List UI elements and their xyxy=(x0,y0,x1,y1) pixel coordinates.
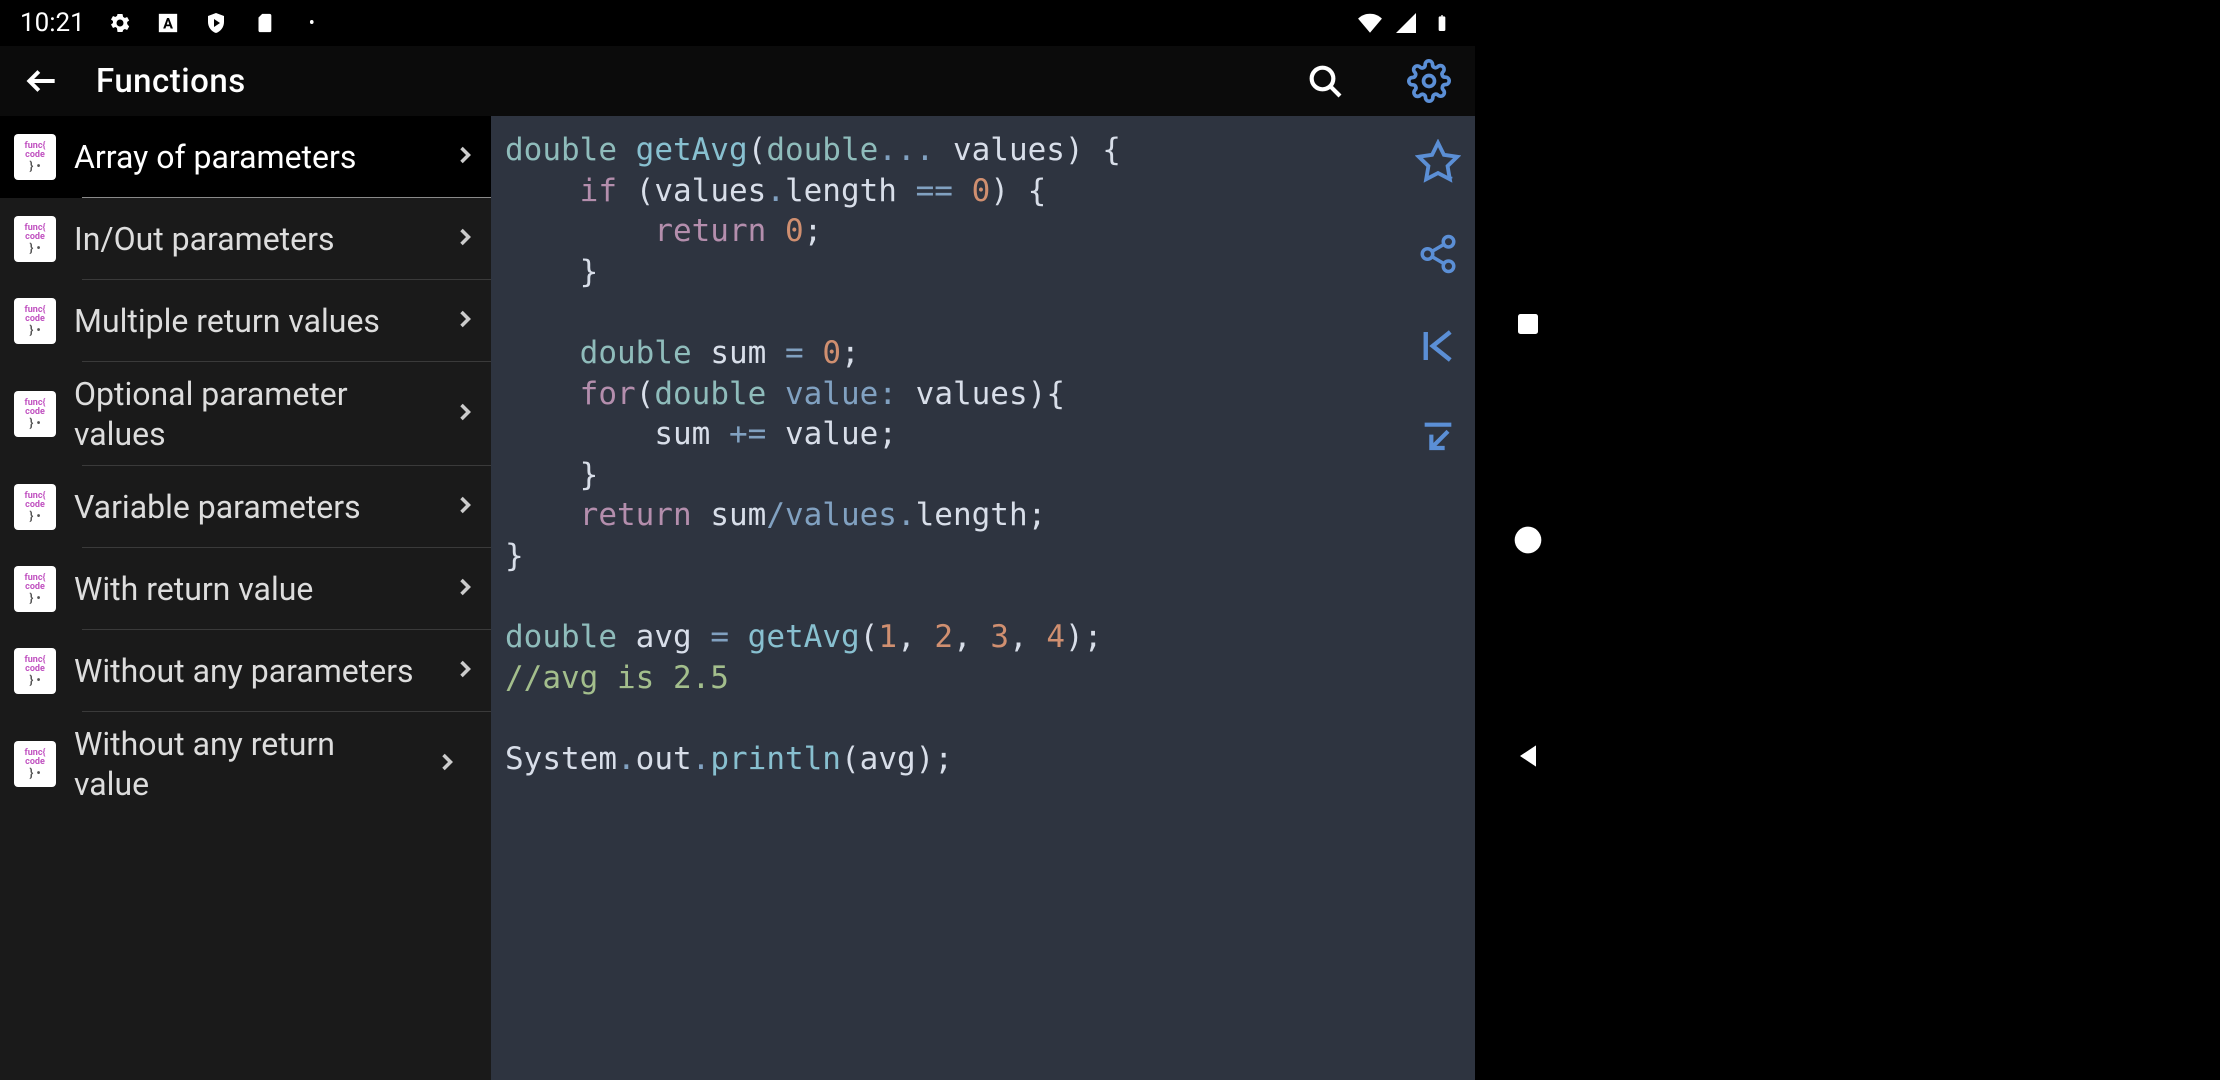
func-code-icon: func{code} • xyxy=(14,298,56,344)
recents-button[interactable] xyxy=(1508,304,1548,344)
func-code-icon: func{code} • xyxy=(14,134,56,180)
collapse-button[interactable] xyxy=(1414,414,1462,462)
func-code-icon: func{code} • xyxy=(14,566,56,612)
favorite-button[interactable] xyxy=(1414,138,1462,186)
sidebar-item-label: Without any return value xyxy=(74,724,415,804)
status-bar: 10:21 A • xyxy=(0,0,1475,46)
shield-play-icon xyxy=(203,10,229,36)
chevron-right-icon xyxy=(451,655,481,687)
code-viewer[interactable]: double getAvg(double... values) { if (va… xyxy=(491,116,1401,1080)
func-code-icon: func{code} • xyxy=(14,391,56,437)
func-code-icon: func{code} • xyxy=(14,741,56,787)
gear-icon xyxy=(107,10,133,36)
home-button[interactable] xyxy=(1508,520,1548,560)
sd-card-icon xyxy=(251,10,277,36)
chevron-right-icon xyxy=(451,223,481,255)
letter-a-icon: A xyxy=(155,10,181,36)
wifi-icon xyxy=(1357,10,1383,36)
settings-button[interactable] xyxy=(1401,53,1457,109)
code-pane: double getAvg(double... values) { if (va… xyxy=(491,116,1475,1080)
dot-icon: • xyxy=(299,10,325,36)
sidebar-item[interactable]: func{code} • With return value xyxy=(0,548,491,630)
status-time: 10:21 xyxy=(20,8,85,38)
system-nav-rail xyxy=(1475,0,2220,1080)
sidebar-item[interactable]: func{code} • Optional parameter values xyxy=(0,362,491,466)
sidebar-item-label: With return value xyxy=(74,569,433,609)
page-title: Functions xyxy=(96,62,246,101)
chevron-right-icon xyxy=(451,573,481,605)
chevron-right-icon xyxy=(451,141,481,173)
code-block: double getAvg(double... values) { if (va… xyxy=(505,130,1391,780)
sidebar-item[interactable]: func{code} • Variable parameters xyxy=(0,466,491,548)
func-code-icon: func{code} • xyxy=(14,484,56,530)
sidebar: func{code} •Array of parametersfunc{code… xyxy=(0,116,491,1080)
skip-start-button[interactable] xyxy=(1414,322,1462,370)
system-back-button[interactable] xyxy=(1508,736,1548,776)
svg-text:A: A xyxy=(163,15,173,33)
share-button[interactable] xyxy=(1414,230,1462,278)
signal-icon xyxy=(1393,10,1419,36)
func-code-icon: func{code} • xyxy=(14,648,56,694)
sidebar-item[interactable]: func{code} • Without any return value xyxy=(0,712,491,816)
code-actions-rail xyxy=(1401,116,1475,1080)
sidebar-item[interactable]: func{code} • Without any parameters xyxy=(0,630,491,712)
sidebar-item[interactable]: func{code} • Multiple return values xyxy=(0,280,491,362)
sidebar-item[interactable]: func{code} • In/Out parameters xyxy=(0,198,491,280)
sidebar-item-label: In/Out parameters xyxy=(74,219,433,259)
sidebar-item[interactable]: func{code} • Array of parameters xyxy=(0,116,491,198)
back-button[interactable] xyxy=(18,57,66,105)
search-button[interactable] xyxy=(1297,53,1353,109)
sidebar-item-label: Optional parameter values xyxy=(74,374,433,454)
chevron-right-icon xyxy=(451,305,481,337)
func-code-icon: func{code} • xyxy=(14,216,56,262)
chevron-right-icon xyxy=(451,491,481,523)
chevron-right-icon xyxy=(433,748,463,780)
battery-icon xyxy=(1429,10,1455,36)
sidebar-item-label: Multiple return values xyxy=(74,301,433,341)
app-bar: Functions xyxy=(0,46,1475,116)
sidebar-item-label: Without any parameters xyxy=(74,651,433,691)
sidebar-item-label: Array of parameters xyxy=(74,137,433,177)
chevron-right-icon xyxy=(451,398,481,430)
sidebar-item-label: Variable parameters xyxy=(74,487,433,527)
